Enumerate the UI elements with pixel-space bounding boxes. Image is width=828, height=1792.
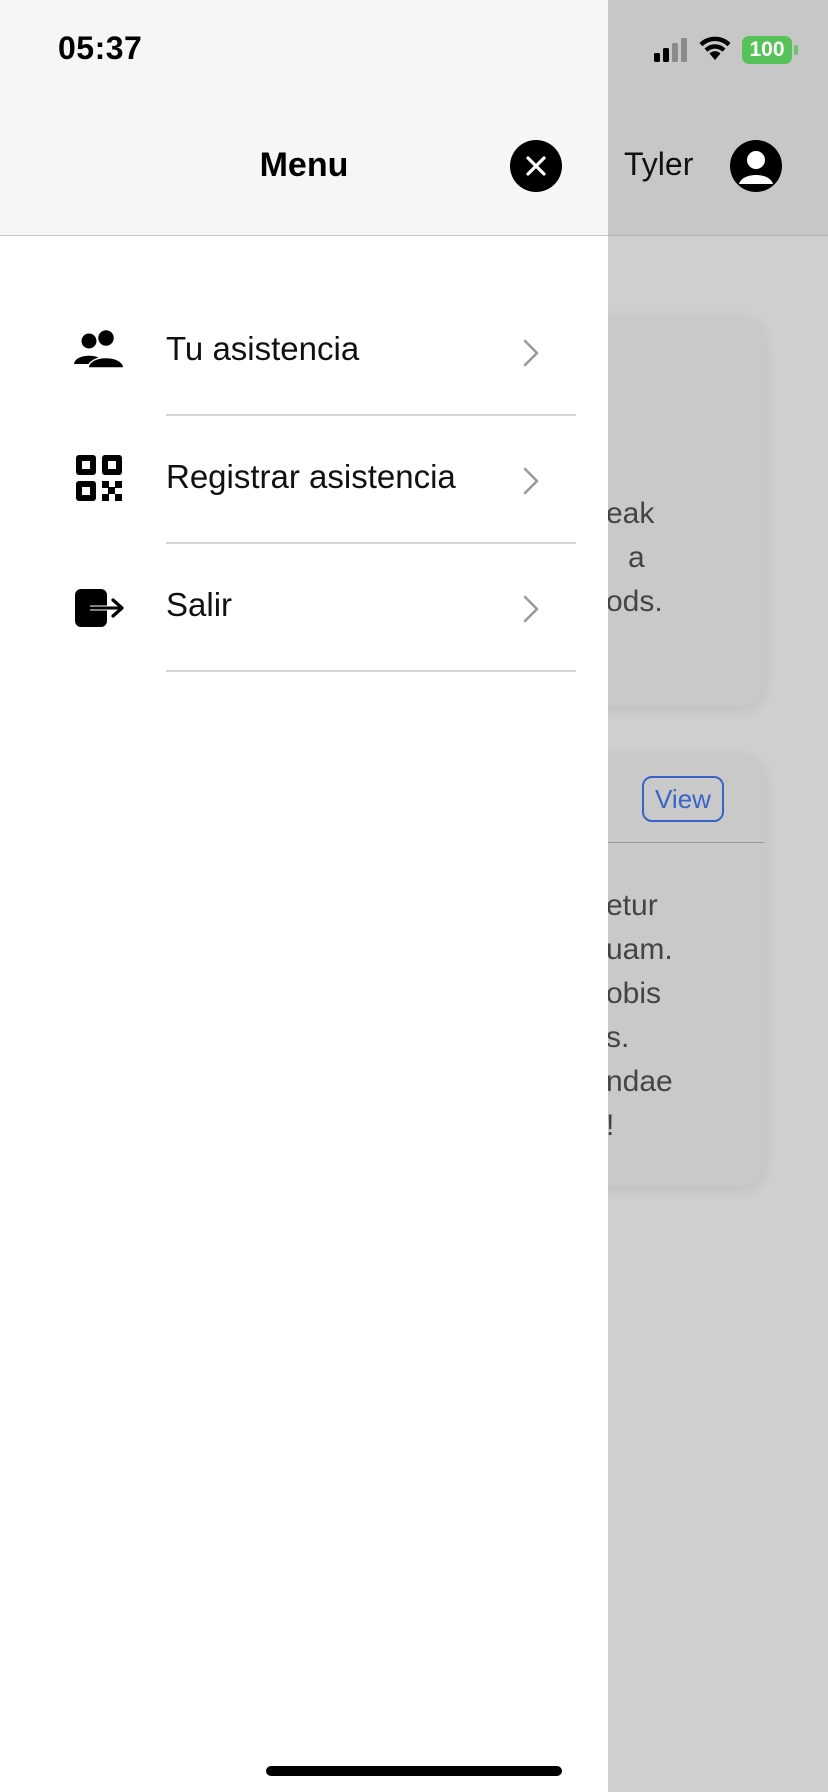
close-icon bbox=[526, 156, 546, 176]
menu-item-salir[interactable]: Salir bbox=[0, 544, 608, 672]
card-text: etur uam. obis s. ndae ! bbox=[606, 889, 673, 1142]
wifi-icon bbox=[699, 36, 731, 60]
avatar[interactable] bbox=[730, 140, 782, 192]
battery-cap bbox=[794, 45, 798, 55]
status-time: 05:37 bbox=[58, 30, 143, 66]
chevron-right-icon bbox=[523, 595, 539, 623]
chevron-right-icon bbox=[523, 467, 539, 495]
menu-item-label: Salir bbox=[166, 586, 233, 623]
menu-item-label: Tu asistencia bbox=[166, 330, 360, 367]
username-label: Tyler bbox=[624, 146, 694, 182]
drawer-menu-list: Tu asistencia Registrar asistencia Salir bbox=[0, 288, 608, 672]
chevron-right-icon bbox=[523, 339, 539, 367]
people-icon bbox=[74, 328, 125, 369]
side-drawer: 05:37 Menu Tu asistencia Registrar asist… bbox=[0, 0, 608, 1792]
menu-item-registrar-asistencia[interactable]: Registrar asistencia bbox=[0, 416, 608, 544]
home-indicator[interactable] bbox=[266, 1766, 562, 1776]
battery-indicator: 100 bbox=[742, 36, 792, 64]
qr-code-icon bbox=[76, 455, 122, 501]
menu-item-tu-asistencia[interactable]: Tu asistencia bbox=[0, 288, 608, 416]
logout-icon bbox=[75, 589, 124, 627]
view-button[interactable]: View bbox=[642, 776, 724, 822]
app-screen: Tyler eak a ods. View etur uam. obis s. … bbox=[0, 0, 828, 1792]
card-text: eak a ods. bbox=[606, 497, 663, 618]
divider bbox=[166, 670, 576, 672]
close-button[interactable] bbox=[510, 140, 562, 192]
menu-item-label: Registrar asistencia bbox=[166, 458, 456, 495]
drawer-header: 05:37 Menu bbox=[0, 0, 608, 236]
status-bar-indicators: 100 bbox=[650, 34, 800, 66]
user-icon bbox=[739, 151, 773, 184]
cellular-signal-icon bbox=[654, 38, 687, 62]
